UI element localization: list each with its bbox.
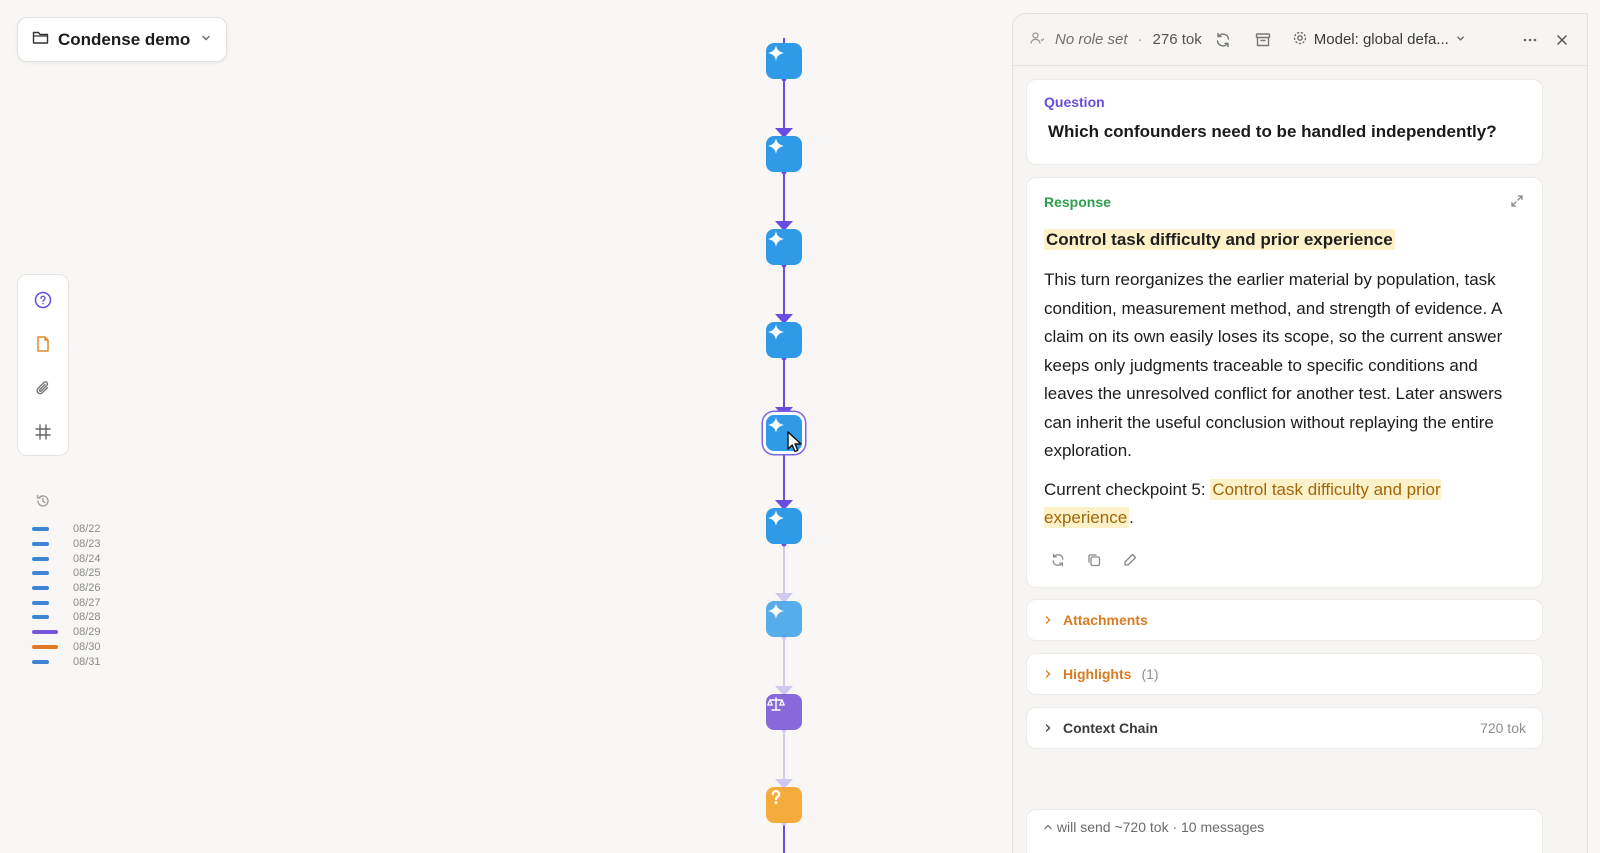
graph-node-response[interactable] (766, 322, 802, 358)
model-label: Model: global defa... (1313, 31, 1449, 48)
role-label[interactable]: No role set (1055, 31, 1128, 48)
response-title: Control task difficulty and prior experi… (1044, 229, 1395, 250)
history-date-item[interactable]: 08/26 (32, 581, 101, 596)
send-preview[interactable]: will send ~720 tok · 10 messages (1026, 809, 1543, 853)
more-options-icon[interactable] (1519, 29, 1541, 51)
history-icon[interactable] (35, 493, 51, 509)
history-date-item[interactable]: 08/24 (32, 551, 101, 566)
highlights-count: (1) (1141, 666, 1159, 682)
history-date-item[interactable]: 08/22 (32, 522, 101, 537)
question-card: Question Which confounders need to be ha… (1026, 79, 1543, 165)
graph-node-question[interactable] (766, 787, 802, 823)
context-chain-section[interactable]: Context Chain 720 tok (1026, 707, 1543, 749)
response-label: Response (1044, 194, 1111, 210)
folder-icon (32, 30, 49, 50)
history-date-label: 08/23 (73, 538, 101, 551)
history-date-label: 08/22 (73, 523, 101, 536)
detail-panel: No role set · 276 tok Model: global defa… (1012, 13, 1588, 853)
chevron-right-icon (1043, 612, 1053, 628)
history-date-item[interactable]: 08/31 (32, 654, 101, 669)
history-date-label: 08/27 (73, 596, 101, 609)
edit-pencil-icon[interactable] (1119, 549, 1141, 571)
graph-node-response[interactable] (766, 43, 802, 79)
chevron-down-icon (200, 31, 212, 49)
gear-icon (1292, 30, 1308, 50)
history-date-bar (32, 556, 49, 561)
paperclip-icon[interactable] (31, 376, 55, 400)
close-icon[interactable] (1551, 29, 1573, 51)
project-selector[interactable]: Condense demo (17, 17, 227, 62)
conversation-graph (700, 0, 900, 853)
question-label: Question (1044, 94, 1105, 110)
history-date-bar (32, 586, 49, 591)
history-date-bar (32, 527, 49, 532)
chevron-down-icon (1455, 31, 1466, 48)
context-chain-label: Context Chain (1063, 720, 1158, 736)
project-name: Condense demo (58, 29, 191, 49)
checkpoint-line: Current checkpoint 5: Control task diffi… (1044, 476, 1525, 533)
history-date-label: 08/25 (73, 567, 101, 580)
history-date-item[interactable]: 08/28 (32, 610, 101, 625)
expand-icon[interactable] (1510, 194, 1524, 213)
note-icon[interactable] (31, 332, 55, 356)
tool-rail (17, 274, 69, 456)
role-icon (1029, 30, 1045, 50)
response-body: This turn reorganizes the earlier materi… (1044, 270, 1503, 460)
token-count: 276 tok (1152, 31, 1202, 48)
history-date-bar (32, 630, 58, 635)
archive-icon[interactable] (1252, 29, 1274, 51)
history-date-bar (32, 644, 58, 649)
panel-header: No role set · 276 tok Model: global defa… (1013, 14, 1587, 66)
history-date-item[interactable]: 08/29 (32, 625, 101, 640)
checkpoint-prefix: Current checkpoint 5: (1044, 479, 1211, 499)
history-date-bar (32, 600, 49, 605)
model-selector[interactable]: Model: global defa... (1292, 30, 1466, 50)
chevron-up-icon (1043, 819, 1057, 835)
history-date-list: 08/22 08/23 08/24 08/25 08/26 08/27 08/28 08/29… (32, 522, 101, 669)
separator-dot: · (1137, 31, 1143, 48)
history-date-item[interactable]: 08/23 (32, 537, 101, 552)
history-date-label: 08/30 (73, 640, 101, 653)
chevron-right-icon (1043, 666, 1053, 682)
question-text: Which confounders need to be handled ind… (1048, 122, 1497, 141)
chevron-right-icon (1043, 720, 1053, 736)
history-date-label: 08/26 (73, 582, 101, 595)
graph-node-response[interactable] (766, 136, 802, 172)
history-date-bar (32, 542, 49, 547)
send-info-text: will send ~720 tok · 10 messages (1056, 819, 1265, 835)
graph-node-compare[interactable] (766, 694, 802, 730)
graph-node-response[interactable] (766, 601, 802, 637)
history-date-item[interactable]: 08/25 (32, 566, 101, 581)
response-actions (1047, 549, 1141, 571)
highlights-label: Highlights (1063, 666, 1132, 682)
history-date-label: 08/29 (73, 626, 101, 639)
copy-icon[interactable] (1083, 549, 1105, 571)
highlights-section[interactable]: Highlights (1) (1026, 653, 1543, 695)
history-date-label: 08/31 (73, 655, 101, 668)
checkpoint-suffix: . (1129, 508, 1134, 527)
attachments-label: Attachments (1063, 612, 1148, 628)
history-date-label: 08/24 (73, 552, 101, 565)
graph-node-response[interactable] (766, 508, 802, 544)
history-date-label: 08/28 (73, 611, 101, 624)
history-date-item[interactable]: 08/30 (32, 640, 101, 655)
hash-icon[interactable] (31, 420, 55, 444)
chat-question-icon[interactable] (31, 288, 55, 312)
history-date-bar (32, 571, 49, 576)
refresh-icon[interactable] (1212, 29, 1234, 51)
regenerate-icon[interactable] (1047, 549, 1069, 571)
history-date-bar (32, 659, 49, 664)
context-chain-tokens: 720 tok (1480, 720, 1526, 736)
response-card: Response Control task difficulty and pri… (1026, 177, 1543, 588)
history-date-bar (32, 615, 49, 620)
graph-node-response[interactable] (766, 229, 802, 265)
history-date-item[interactable]: 08/27 (32, 595, 101, 610)
attachments-section[interactable]: Attachments (1026, 599, 1543, 641)
